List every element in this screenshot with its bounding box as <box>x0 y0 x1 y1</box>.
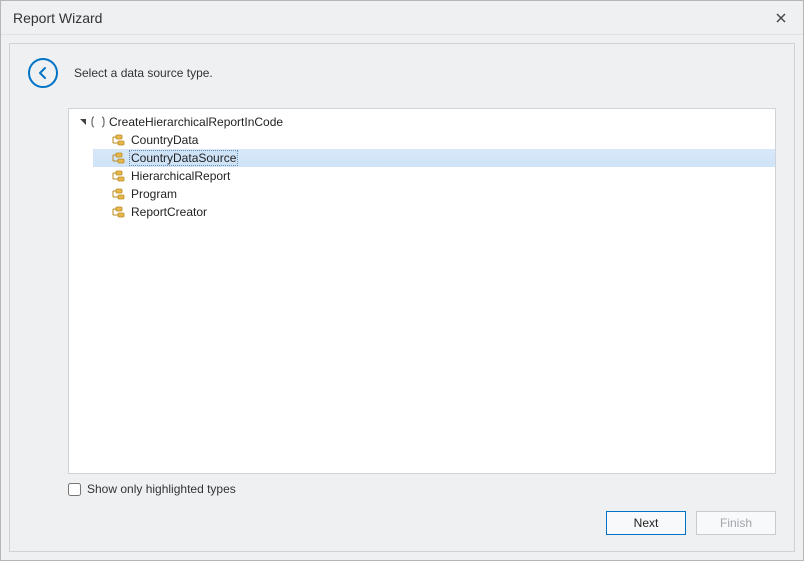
tree-item-label: CountryData <box>129 133 200 147</box>
wizard-window: Report Wizard Select a data source type. <box>0 0 804 561</box>
tree-item[interactable]: HierarchicalReport <box>93 167 775 185</box>
close-icon <box>776 10 786 26</box>
tree-view[interactable]: CreateHierarchicalReportInCode CountryDa… <box>68 108 776 474</box>
window-title: Report Wizard <box>13 10 769 26</box>
tree-root-label: CreateHierarchicalReportInCode <box>109 115 283 129</box>
tree-item[interactable]: Program <box>93 185 775 203</box>
class-icon <box>109 133 125 147</box>
tree-item-label: HierarchicalReport <box>129 169 232 183</box>
titlebar: Report Wizard <box>1 1 803 35</box>
finish-button: Finish <box>696 511 776 535</box>
class-icon <box>109 187 125 201</box>
tree-item[interactable]: CountryData <box>93 131 775 149</box>
class-icon <box>109 169 125 183</box>
instruction-row: Select a data source type. <box>10 44 794 98</box>
class-icon <box>109 205 125 219</box>
tree-item-label: CountryDataSource <box>129 150 238 166</box>
collapse-icon[interactable] <box>77 116 89 128</box>
filter-checkbox-row: Show only highlighted types <box>68 482 776 496</box>
namespace-icon <box>91 116 105 128</box>
close-button[interactable] <box>769 6 793 30</box>
next-button[interactable]: Next <box>606 511 686 535</box>
arrow-left-icon <box>35 65 51 81</box>
content-frame: Select a data source type. <box>9 43 795 552</box>
tree-item-label: ReportCreator <box>129 205 209 219</box>
highlighted-types-checkbox[interactable] <box>68 483 81 496</box>
tree-item[interactable]: CountryDataSource <box>93 149 775 167</box>
instruction-text: Select a data source type. <box>74 66 213 80</box>
tree-root-node[interactable]: CreateHierarchicalReportInCode <box>69 113 775 131</box>
button-bar: Next Finish <box>10 496 794 550</box>
tree-item[interactable]: ReportCreator <box>93 203 775 221</box>
back-button[interactable] <box>28 58 58 88</box>
class-icon <box>109 151 125 165</box>
tree-item-label: Program <box>129 187 179 201</box>
highlighted-types-label[interactable]: Show only highlighted types <box>87 482 236 496</box>
